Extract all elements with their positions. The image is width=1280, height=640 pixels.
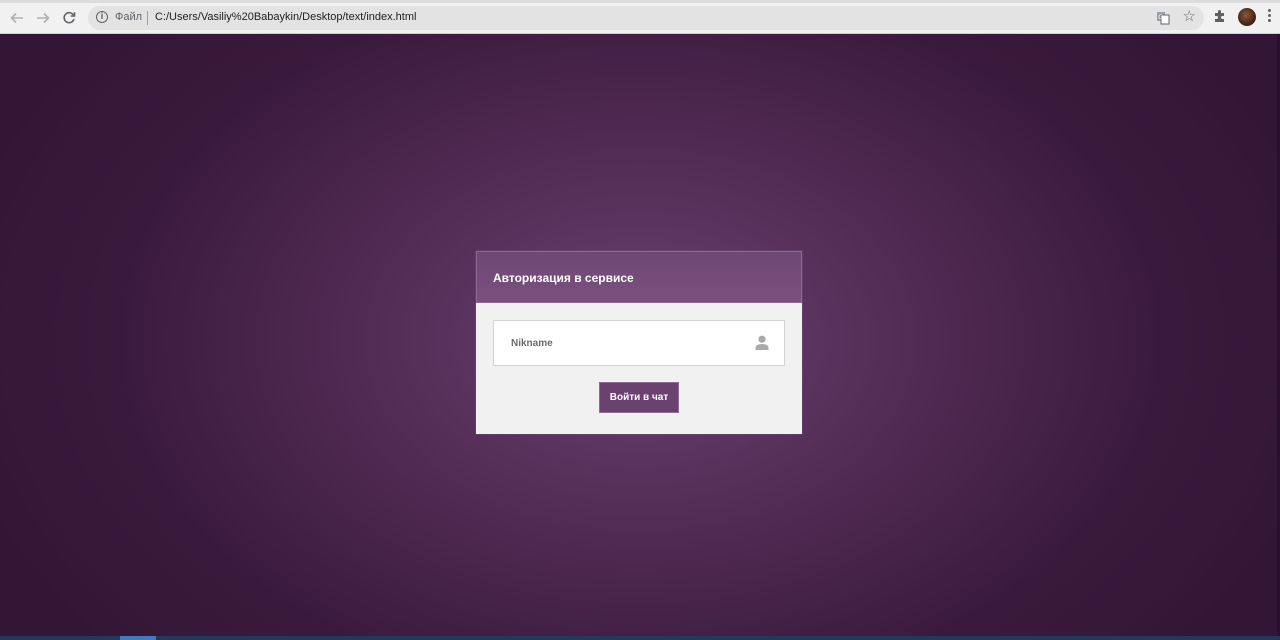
omnibox-divider	[147, 11, 148, 25]
auth-card-header: Авторизация в сервисе	[476, 251, 802, 303]
menu-icon[interactable]	[1268, 9, 1272, 25]
back-button[interactable]	[6, 7, 28, 29]
translate-icon[interactable]: G	[1152, 8, 1174, 28]
extensions-icon[interactable]	[1213, 9, 1227, 23]
svg-text:G: G	[1158, 14, 1163, 21]
info-icon[interactable]: i	[96, 11, 108, 23]
taskbar-active-item[interactable]	[120, 636, 156, 640]
forward-arrow-icon	[37, 12, 50, 24]
forward-button[interactable]	[32, 7, 54, 29]
reload-button[interactable]	[58, 7, 80, 29]
reload-icon	[63, 11, 76, 24]
nickname-input[interactable]	[494, 321, 744, 365]
tab-strip	[0, 0, 1280, 3]
star-icon[interactable]: ☆	[1183, 7, 1196, 25]
avatar[interactable]	[1238, 8, 1256, 26]
user-icon	[755, 335, 769, 350]
translate-glyph: G	[1157, 12, 1170, 25]
back-arrow-icon	[10, 12, 23, 24]
taskbar	[0, 636, 1280, 640]
scheme-label: Файл	[115, 11, 143, 23]
auth-card: Авторизация в сервисе Войти в чат	[476, 251, 802, 434]
nickname-field[interactable]	[493, 320, 785, 366]
enter-chat-button[interactable]: Войти в чат	[599, 382, 679, 413]
auth-title: Авторизация в сервисе	[493, 271, 634, 285]
url-text[interactable]: C:/Users/Vasiliy%20Babaykin/Desktop/text…	[155, 11, 416, 23]
browser-toolbar: i Файл C:/Users/Vasiliy%20Babaykin/Deskt…	[0, 0, 1280, 34]
address-bar[interactable]: i Файл C:/Users/Vasiliy%20Babaykin/Deskt…	[88, 6, 1204, 30]
